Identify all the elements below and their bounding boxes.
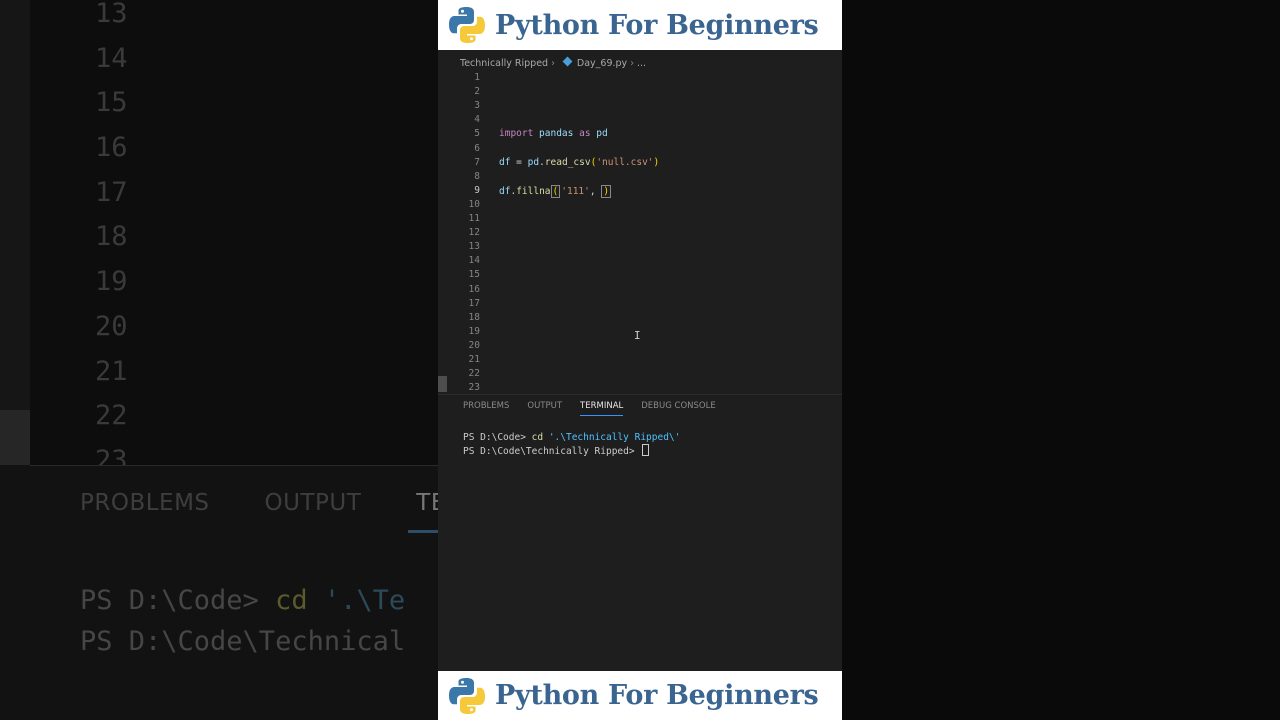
line-number: 11: [468, 213, 480, 224]
panel-tabs: PROBLEMS OUTPUT TERMINAL DEBUG CONSOLE: [463, 401, 734, 416]
keyword-as: as: [579, 128, 591, 140]
bg-term-prompt: PS D:\Code>: [80, 585, 276, 616]
bg-line-number: 13: [95, 0, 128, 29]
background-zoom-left: 13 14 15 16 17 18 19 20 21 22 23 PROBLEM…: [0, 0, 438, 720]
line-number: 20: [468, 339, 480, 351]
line-number: 21: [468, 354, 480, 365]
tab-terminal[interactable]: TERMINAL: [580, 401, 624, 416]
line-number: 16: [468, 283, 480, 295]
breadcrumb-file[interactable]: Day_69.py: [577, 58, 627, 69]
code-line-5[interactable]: import pandas as pd: [499, 128, 608, 139]
module-name: pandas: [533, 128, 580, 140]
tab-problems[interactable]: PROBLEMS: [463, 401, 509, 415]
keyword-import: import: [499, 128, 534, 140]
terminal-prompt: PS D:\Code\Technically Ripped>: [463, 446, 641, 457]
line-number: 8: [474, 170, 480, 182]
line-number: 5: [474, 128, 480, 140]
banner-title: Python For Beginners: [495, 9, 819, 41]
bottom-panel: PROBLEMS OUTPUT TERMINAL DEBUG CONSOLE PS D…: [438, 394, 842, 672]
operator-assign: =: [510, 156, 528, 168]
bg-line-number: 14: [95, 42, 128, 74]
bg-tab-terminal: TE: [416, 490, 438, 516]
module-ref: pd: [527, 156, 540, 168]
code-line-7[interactable]: df = pd.read_csv('null.csv'): [499, 157, 659, 168]
terminal-command: cd: [531, 432, 544, 443]
paren-close-matched: ): [601, 184, 612, 198]
paren-close: ): [653, 156, 660, 168]
line-number: 18: [468, 311, 480, 323]
line-number: 15: [468, 269, 480, 281]
text-cursor-icon: I: [634, 329, 641, 342]
terminal-output[interactable]: PS D:\Code> cd '.\Technically Ripped\' P…: [463, 431, 680, 458]
python-logo-icon: [449, 677, 485, 714]
terminal-argument: '.\Technically Ripped\': [543, 432, 681, 443]
bg-line-number: 17: [95, 176, 128, 208]
string-fill-value: '111': [561, 185, 590, 197]
bg-panel-border: [30, 465, 438, 466]
top-banner: Python For Beginners: [438, 0, 842, 50]
code-line-9[interactable]: df.fillna('111', ): [499, 184, 612, 198]
bg-gutter: [0, 0, 30, 465]
line-number: 2: [474, 86, 480, 98]
breadcrumb-folder[interactable]: Technically Ripped: [460, 58, 548, 69]
chevron-right-icon: ›: [630, 58, 634, 69]
bg-line-number: 16: [95, 132, 128, 164]
string-filename: 'null.csv': [596, 156, 654, 168]
bg-panel-tabs: PROBLEMS OUTPUT TE: [80, 490, 438, 516]
line-number: 4: [474, 114, 480, 126]
python-logo-icon: [449, 7, 485, 43]
breadcrumb: Technically Ripped › Day_69.py ›...: [460, 56, 646, 69]
function-read-csv: read_csv: [544, 156, 591, 168]
function-fillna: fillna: [516, 185, 551, 197]
bg-line-number: 22: [95, 400, 128, 432]
bg-line-numbers: 13 14 15 16 17 18 19 20 21 22 23: [95, 0, 128, 484]
module-alias: pd: [590, 128, 608, 140]
line-number: 10: [468, 198, 480, 210]
chevron-right-icon: ›: [551, 58, 555, 69]
variable-df: df: [499, 156, 511, 168]
variable-df: df: [499, 185, 511, 197]
bg-term-arg: '.\Te: [307, 585, 406, 616]
breadcrumb-more[interactable]: ...: [637, 58, 646, 69]
line-number: 1: [474, 72, 480, 83]
python-file-icon: [562, 56, 573, 67]
editor-scrollbar[interactable]: [438, 376, 447, 392]
terminal-prompt: PS D:\Code>: [463, 432, 532, 443]
terminal-cursor: [642, 444, 650, 456]
bg-gutter-highlight: [0, 410, 30, 465]
tab-debug-console[interactable]: DEBUG CONSOLE: [641, 401, 715, 415]
bg-line-number: 21: [95, 355, 128, 387]
video-frame: Python For Beginners Technically Ripped ›…: [438, 0, 842, 720]
bg-tab-underline: [408, 530, 438, 533]
bg-line-number: 20: [95, 310, 128, 342]
bg-term-cmd: cd: [275, 585, 308, 616]
tab-output[interactable]: OUTPUT: [527, 401, 562, 415]
bg-terminal: PS D:\Code> cd '.\Te PS D:\Code\Technica…: [80, 580, 405, 662]
bg-line-number: 18: [95, 221, 128, 253]
line-number: 13: [468, 241, 480, 253]
comma: ,: [589, 185, 602, 197]
bg-tab-output: OUTPUT: [264, 490, 362, 516]
bg-line-number: 15: [95, 87, 128, 119]
line-number: 7: [474, 156, 480, 168]
line-number: 19: [468, 325, 480, 337]
paren-open-matched: (: [550, 184, 561, 198]
background-zoom-right: [842, 0, 1280, 720]
line-number: 12: [468, 227, 480, 239]
line-number-active: 9: [474, 184, 480, 196]
bg-tab-problems: PROBLEMS: [80, 490, 210, 516]
bottom-banner: Python For Beginners: [438, 671, 842, 720]
line-number: 3: [474, 100, 480, 112]
code-editor[interactable]: Technically Ripped › Day_69.py ›... 1 2 3 4…: [438, 50, 842, 394]
bg-line-number: 19: [95, 266, 128, 298]
line-number: 14: [468, 255, 480, 267]
line-number: 17: [468, 297, 480, 309]
banner-title: Python For Beginners: [495, 680, 819, 711]
bg-term-line2: PS D:\Code\Technical: [80, 626, 406, 657]
line-number: 6: [474, 142, 480, 154]
